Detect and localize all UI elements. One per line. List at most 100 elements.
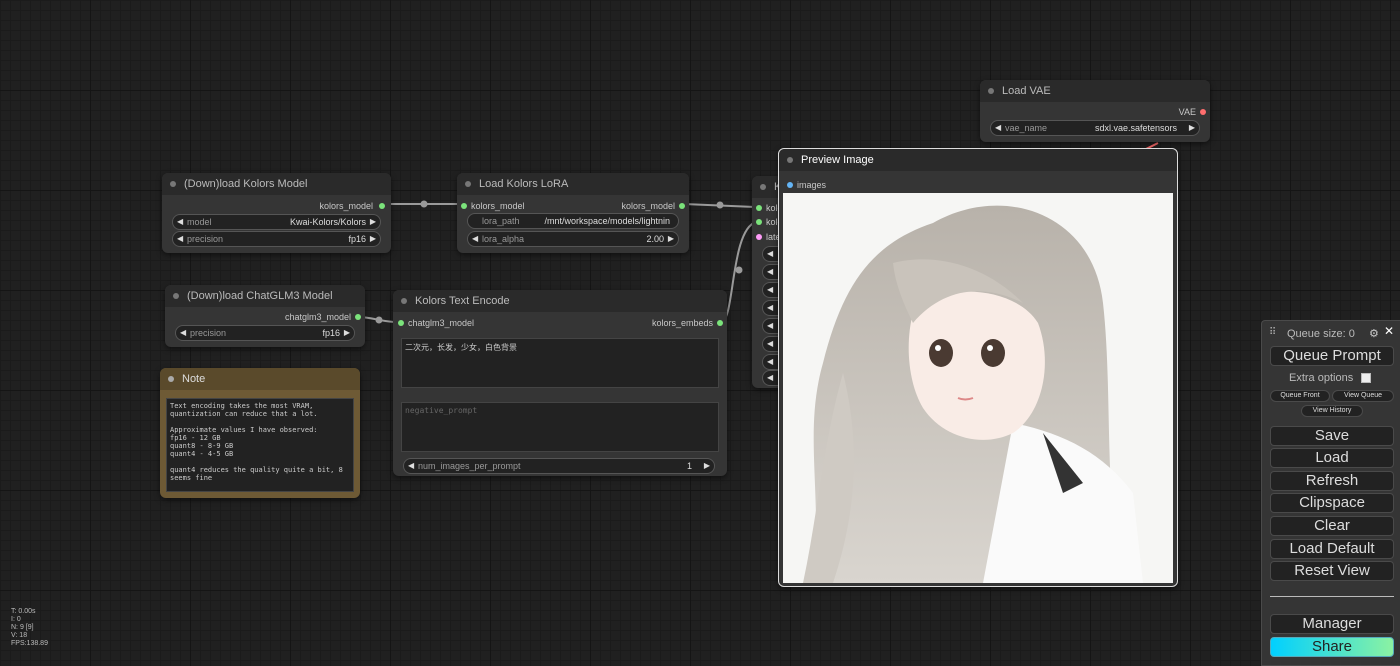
output-pin-icon[interactable]: [355, 314, 361, 320]
arrow-left-icon[interactable]: ◀: [767, 265, 773, 279]
node-title[interactable]: Preview Image: [779, 149, 1177, 171]
output-kolors-embeds[interactable]: kolors_embeds: [652, 316, 723, 330]
output-pin-icon[interactable]: [379, 203, 385, 209]
number-images-per-prompt[interactable]: ◀ num_images_per_prompt 1 ▶: [403, 458, 715, 474]
arrow-right-icon[interactable]: ▶: [370, 232, 376, 246]
node-title[interactable]: Load Kolors LoRA: [457, 173, 689, 195]
arrow-left-icon[interactable]: ◀: [180, 326, 186, 340]
arrow-left-icon[interactable]: ◀: [472, 232, 478, 246]
arrow-left-icon[interactable]: ◀: [767, 319, 773, 333]
view-queue-button[interactable]: View Queue: [1332, 390, 1394, 402]
text-lora-path[interactable]: lora_path/mnt/workspace/models/lightnin: [467, 213, 679, 229]
arrow-left-icon[interactable]: ◀: [767, 371, 773, 385]
extra-options-label: Extra options: [1289, 372, 1354, 384]
input-images[interactable]: images: [787, 178, 826, 192]
node-note[interactable]: Note Text encoding takes the most VRAM, …: [160, 368, 360, 498]
node-download-kolors-model[interactable]: (Down)load Kolors Model kolors_model ◀ mo…: [162, 173, 391, 253]
manager-button[interactable]: Manager: [1270, 614, 1394, 634]
arrow-left-icon[interactable]: ◀: [408, 459, 414, 473]
number-lora-alpha[interactable]: ◀ lora_alpha 2.00 ▶: [467, 231, 679, 247]
collapse-dot-icon[interactable]: [787, 157, 793, 163]
stat-fps: FPS:138.89: [11, 640, 48, 647]
render-stats: T: 0.00s I: 0 N: 9 [9] V: 18 FPS:138.89: [11, 608, 48, 648]
node-download-chatglm3-model[interactable]: (Down)load ChatGLM3 Model chatglm3_model…: [165, 285, 365, 347]
output-vae[interactable]: VAE: [1179, 105, 1206, 119]
arrow-left-icon[interactable]: ◀: [767, 247, 773, 261]
stat-time: T: 0.00s: [11, 608, 36, 615]
arrow-right-icon[interactable]: ▶: [344, 326, 350, 340]
load-default-button[interactable]: Load Default: [1270, 539, 1394, 559]
clipspace-button[interactable]: Clipspace: [1270, 493, 1394, 513]
extra-options-checkbox[interactable]: [1361, 373, 1371, 383]
gear-icon[interactable]: ⚙: [1369, 327, 1379, 340]
output-pin-icon[interactable]: [679, 203, 685, 209]
queue-front-button[interactable]: Queue Front: [1270, 390, 1330, 402]
queue-prompt-button[interactable]: Queue Prompt: [1270, 346, 1394, 366]
collapse-dot-icon[interactable]: [760, 184, 766, 190]
combo-vae-name[interactable]: ◀ vae_name sdxl.vae.safetensors ▶: [990, 120, 1200, 136]
queue-size-label: Queue size: 0: [1287, 328, 1355, 340]
stat-v: V: 18: [11, 632, 28, 639]
node-title[interactable]: (Down)load Kolors Model: [162, 173, 391, 195]
arrow-left-icon[interactable]: ◀: [767, 283, 773, 297]
stat-i: I: 0: [11, 616, 21, 623]
stat-nodes: N: 9 [9]: [11, 624, 34, 631]
collapse-dot-icon[interactable]: [465, 181, 471, 187]
close-icon[interactable]: ✕: [1384, 324, 1394, 338]
arrow-left-icon[interactable]: ◀: [767, 301, 773, 315]
output-kolors-model[interactable]: kolors_model: [319, 199, 385, 213]
node-preview-image[interactable]: Preview Image images: [778, 148, 1178, 587]
queue-panel[interactable]: ⠿ Queue size: 0 ⚙ ✕ Queue Prompt Extra o…: [1261, 320, 1400, 666]
view-history-button[interactable]: View History: [1301, 405, 1363, 417]
collapse-dot-icon[interactable]: [988, 88, 994, 94]
input-pin-icon[interactable]: [756, 219, 762, 225]
collapse-dot-icon[interactable]: [170, 181, 176, 187]
arrow-left-icon[interactable]: ◀: [995, 121, 1001, 135]
share-button[interactable]: Share: [1270, 637, 1394, 657]
output-pin-icon[interactable]: [1200, 109, 1206, 115]
input-pin-icon[interactable]: [756, 205, 762, 211]
arrow-right-icon[interactable]: ▶: [704, 459, 710, 473]
input-pin-icon[interactable]: [787, 182, 793, 188]
node-title[interactable]: Note: [160, 368, 360, 390]
collapse-dot-icon[interactable]: [401, 298, 407, 304]
arrow-right-icon[interactable]: ▶: [370, 215, 376, 229]
note-text[interactable]: Text encoding takes the most VRAM, quant…: [166, 398, 354, 492]
collapse-dot-icon[interactable]: [173, 293, 179, 299]
reset-view-button[interactable]: Reset View: [1270, 561, 1394, 581]
clear-button[interactable]: Clear: [1270, 516, 1394, 536]
node-kolors-text-encode[interactable]: Kolors Text Encode chatglm3_model kolors…: [393, 290, 727, 476]
combo-precision[interactable]: ◀ precision fp16 ▶: [175, 325, 355, 341]
drag-handle-icon[interactable]: ⠿: [1269, 327, 1276, 338]
input-chatglm3-model[interactable]: chatglm3_model: [398, 316, 474, 330]
node-title[interactable]: Load VAE: [980, 80, 1210, 102]
node-load-vae[interactable]: Load VAE VAE ◀ vae_name sdxl.vae.safetenso…: [980, 80, 1210, 142]
input-pin-icon[interactable]: [756, 234, 762, 240]
arrow-left-icon[interactable]: ◀: [767, 355, 773, 369]
output-chatglm3-model[interactable]: chatglm3_model: [285, 310, 361, 324]
combo-precision[interactable]: ◀ precision fp16 ▶: [172, 231, 381, 247]
node-title[interactable]: Kolors Text Encode: [393, 290, 727, 312]
input-pin-icon[interactable]: [398, 320, 404, 326]
arrow-right-icon[interactable]: ▶: [1189, 121, 1195, 135]
arrow-left-icon[interactable]: ◀: [177, 215, 183, 229]
collapse-dot-icon[interactable]: [168, 376, 174, 382]
output-pin-icon[interactable]: [717, 320, 723, 326]
negative-prompt-textarea[interactable]: negative_prompt: [401, 402, 719, 452]
arrow-right-icon[interactable]: ▶: [668, 232, 674, 246]
arrow-left-icon[interactable]: ◀: [177, 232, 183, 246]
node-title[interactable]: (Down)load ChatGLM3 Model: [165, 285, 365, 307]
prompt-textarea[interactable]: 二次元，长发，少女，白色背景: [401, 338, 719, 388]
input-pin-icon[interactable]: [461, 203, 467, 209]
save-button[interactable]: Save: [1270, 426, 1394, 446]
preview-image[interactable]: [783, 193, 1173, 583]
output-kolors-model[interactable]: kolors_model: [621, 199, 685, 213]
combo-model[interactable]: ◀ model Kwai-Kolors/Kolors ▶: [172, 214, 381, 230]
anime-girl-illustration: [783, 193, 1173, 583]
load-button[interactable]: Load: [1270, 448, 1394, 468]
refresh-button[interactable]: Refresh: [1270, 471, 1394, 491]
divider: [1270, 596, 1394, 597]
arrow-left-icon[interactable]: ◀: [767, 337, 773, 351]
node-load-kolors-lora[interactable]: Load Kolors LoRA kolors_model kolors_mod…: [457, 173, 689, 253]
input-kolors-model[interactable]: kolors_model: [461, 199, 525, 213]
